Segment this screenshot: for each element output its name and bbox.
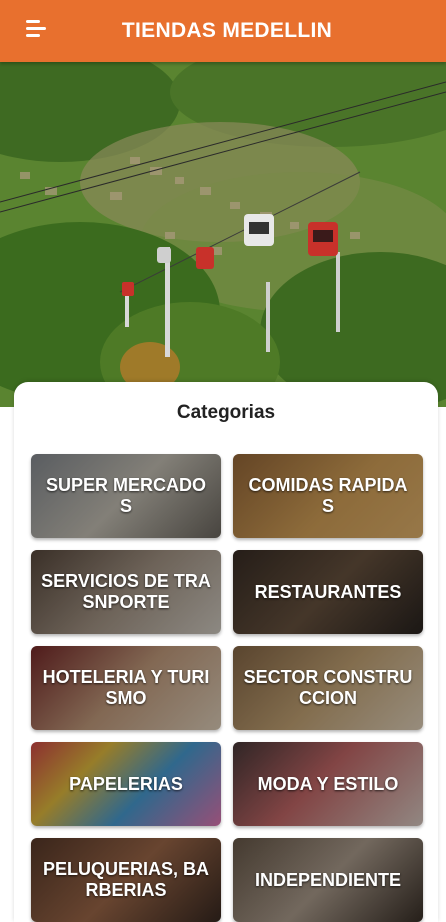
category-label: MODA Y ESTILO (257, 773, 399, 794)
category-label: INDEPENDIENTE (254, 869, 402, 890)
categories-card: Categorias SUPER MERCADOS COMIDAS RAPIDA… (14, 382, 438, 922)
category-label: HOTELERIA Y TURISMO (42, 667, 210, 708)
app-title: TIENDAS MEDELLIN (121, 19, 333, 42)
category-label: PAPELERIAS (69, 773, 183, 794)
category-restaurantes[interactable]: RESTAURANTES (233, 550, 423, 634)
hero-image (0, 62, 446, 407)
app-bar: TIENDAS MEDELLIN (0, 0, 446, 62)
category-independiente[interactable]: INDEPENDIENTE (233, 838, 423, 922)
category-papelerias[interactable]: PAPELERIAS (31, 742, 221, 826)
category-super-mercados[interactable]: SUPER MERCADOS (31, 454, 221, 538)
section-title: Categorias (176, 402, 276, 423)
category-hoteleria-y-turismo[interactable]: HOTELERIA Y TURISMO (31, 646, 221, 730)
category-label: COMIDAS RAPIDAS (248, 475, 408, 516)
category-label: SUPER MERCADOS (45, 475, 206, 516)
category-label: SECTOR CONSTRUCCION (243, 667, 413, 708)
menu-icon[interactable] (26, 20, 50, 44)
category-sector-construccion[interactable]: SECTOR CONSTRUCCION (233, 646, 423, 730)
category-moda-y-estilo[interactable]: MODA Y ESTILO (233, 742, 423, 826)
category-label: RESTAURANTES (254, 581, 402, 602)
category-label: SERVICIOS DE TRASNPORTE (41, 571, 211, 612)
category-servicios-de-trasnporte[interactable]: SERVICIOS DE TRASNPORTE (31, 550, 221, 634)
category-peluquerias-barberias[interactable]: PELUQUERIAS, BARBERIAS (31, 838, 221, 922)
category-comidas-rapidas[interactable]: COMIDAS RAPIDAS (233, 454, 423, 538)
category-label: PELUQUERIAS, BARBERIAS (42, 859, 210, 900)
